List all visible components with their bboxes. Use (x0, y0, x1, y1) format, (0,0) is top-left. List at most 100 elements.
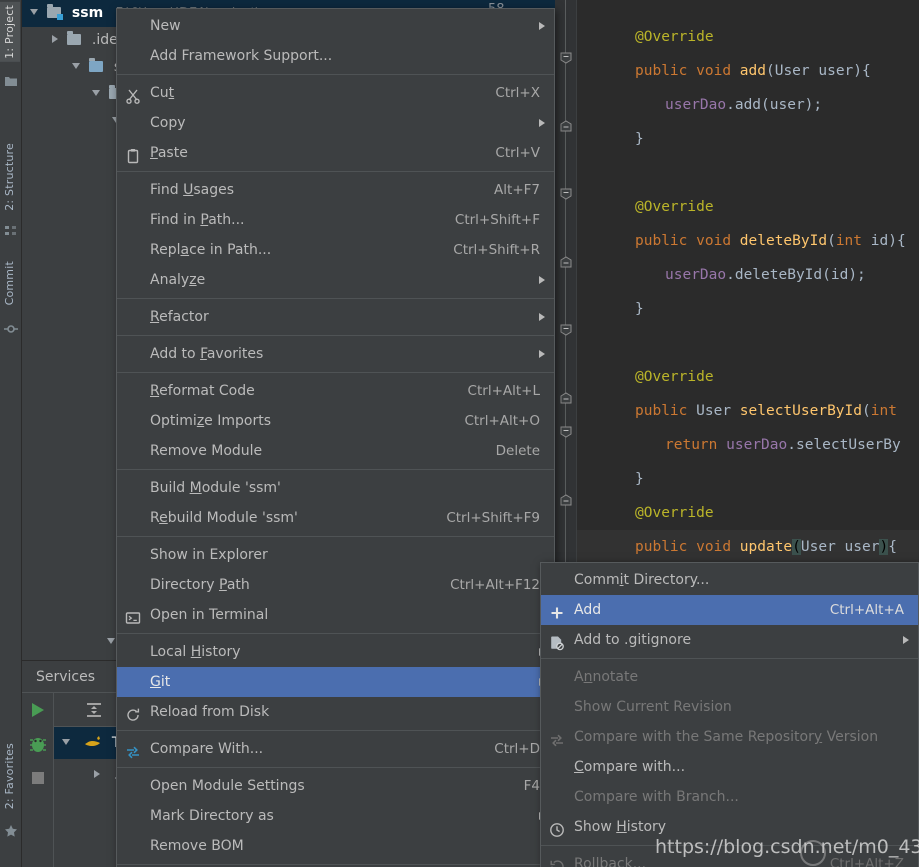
git-item-compare-with-branch: Compare with Branch... (541, 782, 918, 812)
menu-item-label: Add to .gitignore (574, 632, 692, 648)
menu-item-build-module-ssm[interactable]: Build Module 'ssm' (117, 473, 554, 503)
menu-item-label: Refactor (150, 309, 209, 325)
favorites-icon (5, 825, 17, 837)
code-token: return (665, 437, 718, 453)
fold-marker-icon[interactable] (560, 324, 572, 336)
menu-item-rebuild-module-ssm[interactable]: Rebuild Module 'ssm' Ctrl+Shift+F9 (117, 503, 554, 533)
menu-item-compare-with[interactable]: Compare With... Ctrl+D (117, 734, 554, 764)
project-context-menu[interactable]: New Add Framework Support... Cut Ctrl+X Copy… (116, 8, 555, 867)
menu-item-analyze[interactable]: Analyze (117, 265, 554, 295)
menu-item-directory-path[interactable]: Directory Path Ctrl+Alt+F12 (117, 570, 554, 600)
menu-item-mark-directory-as[interactable]: Mark Directory as (117, 801, 554, 831)
terminal-icon (125, 607, 141, 624)
menu-item-find-usages[interactable]: Find Usages Alt+F7 (117, 175, 554, 205)
chevron-down-icon[interactable] (30, 9, 38, 15)
chevron-right-icon[interactable] (52, 35, 58, 43)
code-line: @Override (577, 190, 919, 224)
git-submenu[interactable]: Commit Directory... Add Ctrl+Alt+A Add to .… (540, 562, 919, 867)
menu-item-label: Local History (150, 644, 241, 660)
code-token: ( (862, 403, 871, 419)
code-line: userDao.deleteById(id); (577, 258, 919, 292)
menu-item-show-in-explorer[interactable]: Show in Explorer (117, 540, 554, 570)
menu-item-new[interactable]: New (117, 11, 554, 41)
menu-item-find-in-path[interactable]: Find in Path... Ctrl+Shift+F (117, 205, 554, 235)
fold-marker-icon[interactable] (560, 426, 572, 438)
menu-item-shortcut: Ctrl+X (495, 85, 540, 101)
menu-item-reload-from-disk[interactable]: Reload from Disk (117, 697, 554, 727)
menu-item-remove-bom[interactable]: Remove BOM (117, 831, 554, 861)
fold-marker-icon[interactable] (560, 392, 572, 404)
menu-item-label: Remove Module (150, 443, 263, 459)
fold-marker-icon[interactable] (560, 120, 572, 132)
menu-item-label: New (150, 18, 181, 34)
menu-item-open-in-terminal[interactable]: Open in Terminal (117, 600, 554, 630)
menu-item-shortcut: Delete (495, 443, 540, 459)
menu-item-copy[interactable]: Copy (117, 108, 554, 138)
debug-button[interactable] (22, 727, 54, 761)
menu-item-label: Compare With... (150, 741, 264, 757)
menu-item-cut[interactable]: Cut Ctrl+X (117, 78, 554, 108)
stripe-tab-project[interactable]: 1: Project (0, 2, 20, 62)
git-item-add[interactable]: Add Ctrl+Alt+A (541, 595, 918, 625)
run-button[interactable] (22, 693, 54, 727)
fold-marker-icon[interactable] (560, 256, 572, 268)
submenu-arrow-icon (539, 313, 545, 321)
menu-item-remove-module[interactable]: Remove Module Delete (117, 436, 554, 466)
project-icon (5, 77, 17, 86)
menu-item-add-to-favorites[interactable]: Add to Favorites (117, 339, 554, 369)
code-token: userDao (665, 97, 727, 113)
chevron-down-icon[interactable] (107, 638, 115, 644)
chevron-down-icon[interactable] (72, 63, 80, 69)
code-token: deleteById (739, 233, 828, 249)
stripe-tab-favorites[interactable]: 2: Favorites (0, 740, 20, 812)
source-folder-icon (89, 58, 104, 72)
menu-item-open-module-settings[interactable]: Open Module Settings F4 (117, 771, 554, 801)
menu-item-local-history[interactable]: Local History (117, 637, 554, 667)
submenu-arrow-icon (539, 119, 545, 127)
code-token: int (835, 233, 863, 249)
fold-marker-icon[interactable] (560, 52, 572, 64)
menu-item-label: Add to Favorites (150, 346, 264, 362)
code-line: @Override (577, 20, 919, 54)
menu-item-label: Git (150, 674, 171, 690)
git-item-compare-with[interactable]: Compare with... (541, 752, 918, 782)
menu-item-reformat-code[interactable]: Reformat Code Ctrl+Alt+L (117, 376, 554, 406)
menu-item-git[interactable]: Git (117, 667, 554, 697)
chevron-down-icon[interactable] (92, 90, 100, 96)
git-item-add-to-gitignore[interactable]: Add to .gitignore (541, 625, 918, 655)
menu-item-replace-in-path[interactable]: Replace in Path... Ctrl+Shift+R (117, 235, 554, 265)
stop-button[interactable] (22, 761, 54, 795)
compare-icon (125, 741, 141, 759)
git-item-commit-directory[interactable]: Commit Directory... (541, 565, 918, 595)
code-token: } (635, 131, 644, 147)
menu-item-refactor[interactable]: Refactor (117, 302, 554, 332)
fold-marker-icon[interactable] (560, 494, 572, 506)
menu-item-optimize-imports[interactable]: Optimize Imports Ctrl+Alt+O (117, 406, 554, 436)
bug-icon (30, 738, 46, 752)
menu-item-add-framework-support[interactable]: Add Framework Support... (117, 41, 554, 71)
menu-item-label: Analyze (150, 272, 206, 288)
expand-all-icon[interactable] (84, 700, 104, 720)
fold-marker-icon[interactable] (560, 188, 572, 200)
commit-icon (4, 325, 18, 333)
stripe-tab-commit[interactable]: Commit (0, 258, 20, 308)
chevron-right-icon[interactable] (94, 770, 100, 778)
menu-item-paste[interactable]: Paste Ctrl+V (117, 138, 554, 168)
code-line: @Override (577, 496, 919, 530)
stripe-tab-structure[interactable]: 2: Structure (0, 140, 20, 214)
code-token: int (870, 403, 897, 419)
menu-item-label: Find in Path... (150, 212, 245, 228)
code-token: { (888, 539, 897, 555)
code-line: userDao.add(user); (577, 88, 919, 122)
menu-separator (117, 372, 554, 373)
chevron-down-icon[interactable] (62, 739, 70, 745)
module-folder-icon (47, 4, 64, 20)
menu-item-label: Remove BOM (150, 838, 244, 854)
code-line: } (577, 462, 919, 496)
